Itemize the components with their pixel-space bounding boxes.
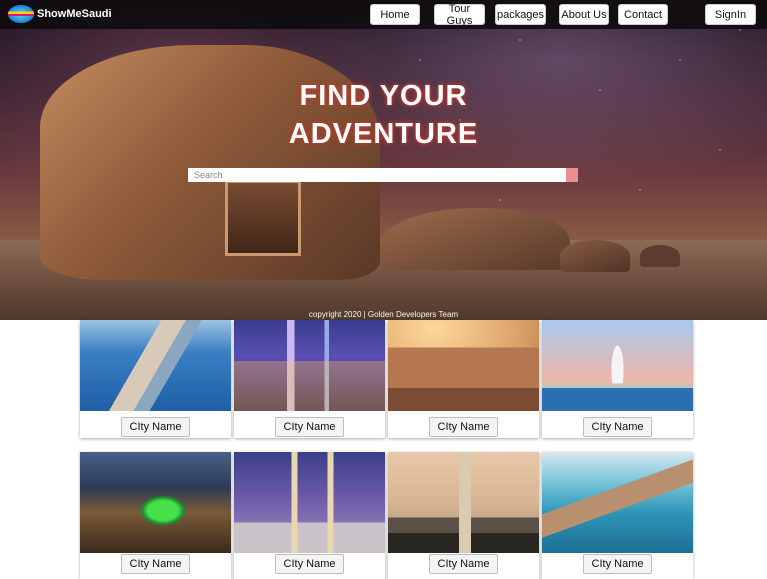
city-name-button[interactable]: CIty Name — [275, 554, 344, 574]
city-image[interactable] — [388, 452, 539, 553]
nav-home-button[interactable]: Home — [370, 4, 420, 25]
copyright-text: copyright 2020 | Golden Developers Team — [308, 310, 459, 319]
city-card[interactable]: CIty Name — [542, 452, 693, 579]
hero-title-line1: FIND YOUR — [299, 80, 468, 112]
rock-formation-small — [560, 240, 630, 272]
hero-title: FIND YOUR ADVENTURE — [0, 77, 767, 153]
city-card[interactable]: CIty Name — [234, 452, 385, 579]
city-name-button[interactable]: CIty Name — [275, 417, 344, 437]
rock-formation-small — [380, 208, 570, 270]
hero-banner: FIND YOUR ADVENTURE copyright 2020 | Gol… — [0, 0, 767, 320]
city-card[interactable]: CIty Name — [80, 320, 231, 438]
city-name-button[interactable]: CIty Name — [121, 554, 190, 574]
city-image[interactable] — [542, 320, 693, 411]
search-button[interactable] — [566, 168, 578, 182]
city-image[interactable] — [388, 320, 539, 411]
city-card[interactable]: CIty Name — [234, 320, 385, 438]
top-navbar: ShowMeSaudi Home Tour Guys packages Abou… — [0, 0, 767, 29]
nav-tour-guys-button[interactable]: Tour Guys — [434, 3, 485, 27]
city-name-button[interactable]: CIty Name — [583, 554, 652, 574]
signin-button[interactable]: SignIn — [705, 4, 756, 25]
nav-contact-button[interactable]: Contact — [618, 4, 668, 25]
city-name-button[interactable]: CIty Name — [121, 417, 190, 437]
tomb-facade — [225, 180, 301, 256]
search-input[interactable] — [188, 168, 578, 182]
nav-about-us-button[interactable]: About Us — [559, 4, 609, 25]
city-card[interactable]: CIty Name — [80, 452, 231, 579]
city-name-button[interactable]: CIty Name — [583, 417, 652, 437]
city-name-button[interactable]: CIty Name — [429, 554, 498, 574]
rock-formation-small — [640, 245, 680, 267]
city-name-button[interactable]: CIty Name — [429, 417, 498, 437]
brand-name[interactable]: ShowMeSaudi — [37, 8, 112, 20]
city-image[interactable] — [80, 320, 231, 411]
city-card[interactable]: CIty Name — [388, 452, 539, 579]
city-image[interactable] — [234, 320, 385, 411]
city-image[interactable] — [542, 452, 693, 553]
city-image[interactable] — [80, 452, 231, 553]
city-card[interactable]: CIty Name — [542, 320, 693, 438]
globe-logo-icon[interactable] — [8, 5, 34, 23]
city-card[interactable]: CIty Name — [388, 320, 539, 438]
nav-packages-button[interactable]: packages — [495, 4, 546, 25]
city-image[interactable] — [234, 452, 385, 553]
hero-title-line2: ADVENTURE — [288, 118, 479, 150]
